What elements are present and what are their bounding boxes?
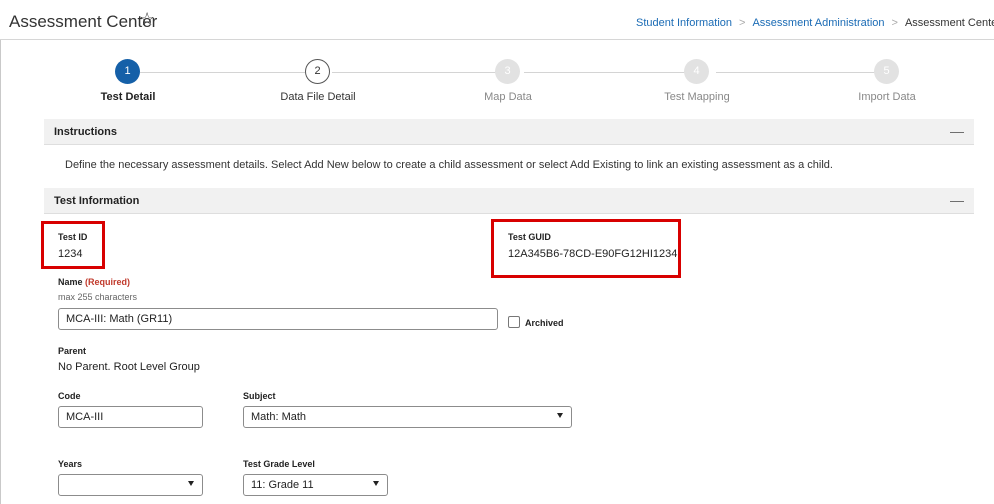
code-input[interactable] (58, 406, 203, 428)
caret-down-icon (188, 481, 194, 486)
grade-level-label: Test Grade Level (243, 459, 315, 469)
code-label: Code (58, 391, 81, 401)
step-connector (332, 72, 497, 73)
name-label-text: Name (58, 277, 83, 287)
wizard-stepper: 1 Test Detail 2 Data File Detail 3 Map D… (0, 41, 994, 111)
test-guid-label: Test GUID (508, 232, 551, 242)
grade-level-selected-value: 11: Grade 11 (251, 479, 314, 491)
step-number: 4 (684, 59, 709, 84)
step-number: 1 (115, 59, 140, 84)
step-label: Data File Detail (280, 91, 356, 103)
years-select[interactable] (58, 474, 203, 496)
subject-select[interactable]: Math: Math (243, 406, 572, 428)
collapse-icon[interactable]: — (950, 123, 964, 139)
step-label: Test Detail (100, 91, 156, 103)
breadcrumb-separator: > (891, 17, 898, 29)
name-hint: max 255 characters (58, 292, 138, 302)
parent-label: Parent (58, 346, 87, 356)
test-guid-value: 12A345B6-78CD-E90FG12HI1234 (508, 248, 678, 260)
caret-down-icon (557, 413, 563, 418)
step-number: 2 (305, 59, 330, 84)
test-id-label: Test ID (58, 232, 88, 242)
instructions-section-header[interactable]: Instructions — (44, 119, 974, 145)
breadcrumb-student-information[interactable]: Student Information (636, 17, 732, 29)
step-number: 3 (495, 59, 520, 84)
page-title: Assessment Center (9, 12, 158, 31)
years-label: Years (58, 459, 83, 469)
step-label: Test Mapping (664, 91, 730, 103)
page-header: Assessment Center ☆ Student Information >… (0, 0, 994, 40)
step-number: 5 (874, 59, 899, 84)
name-label: Name (Required) (58, 277, 130, 287)
section-title: Test Information (54, 195, 140, 207)
instructions-text: Define the necessary assessment details.… (65, 159, 833, 171)
breadcrumb-assessment-center: Assessment Center (904, 17, 994, 29)
archived-checkbox[interactable] (508, 316, 520, 328)
star-icon[interactable]: ☆ (139, 9, 155, 30)
required-indicator: (Required) (85, 277, 131, 287)
breadcrumb-separator: > (739, 17, 746, 29)
breadcrumb-assessment-administration[interactable]: Assessment Administration (752, 17, 884, 29)
collapse-icon[interactable]: — (950, 192, 964, 208)
subject-selected-value: Math: Math (251, 411, 307, 423)
test-id-highlight (41, 221, 105, 269)
archived-label: Archived (525, 318, 564, 328)
step-label: Import Data (858, 91, 916, 103)
section-title: Instructions (54, 126, 117, 138)
step-connector (524, 72, 689, 73)
step-label: Map Data (484, 91, 532, 103)
test-information-section-header[interactable]: Test Information — (44, 188, 974, 214)
step-connector (140, 72, 305, 73)
grade-level-select[interactable]: 11: Grade 11 (243, 474, 388, 496)
name-input[interactable] (58, 308, 498, 330)
step-connector (716, 72, 882, 73)
breadcrumb: Student Information > Assessment Administr… (636, 17, 994, 29)
caret-down-icon (373, 481, 379, 486)
test-id-value: 1234 (58, 248, 83, 260)
parent-value: No Parent. Root Level Group (58, 361, 200, 373)
subject-label: Subject (243, 391, 276, 401)
